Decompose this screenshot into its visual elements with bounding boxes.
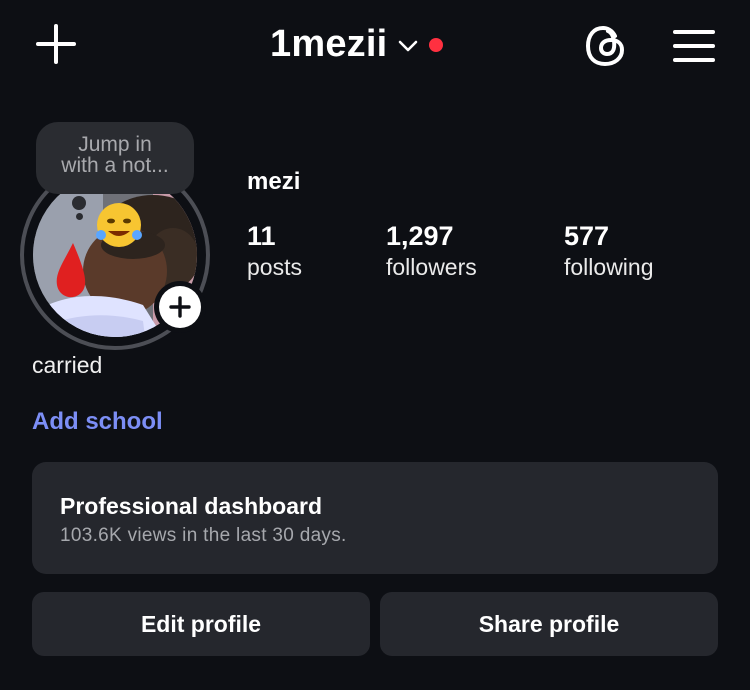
- plus-icon: [36, 24, 76, 64]
- add-school-link[interactable]: Add school: [32, 408, 163, 436]
- display-name: mezi: [247, 168, 301, 195]
- dashboard-title: Professional dashboard: [60, 493, 323, 519]
- note-bubble-tail-small: [76, 213, 83, 220]
- note-bubble[interactable]: Jump in with a not...: [36, 122, 194, 194]
- stat-value: 11: [247, 221, 276, 251]
- note-bubble-tail: [72, 196, 86, 210]
- create-button[interactable]: [30, 20, 82, 68]
- bio-text: carried: [32, 352, 103, 378]
- note-prompt-line2: with a not...: [61, 154, 169, 177]
- stat-value: 577: [564, 221, 610, 251]
- username-title: 1mezii: [270, 22, 388, 65]
- stat-posts[interactable]: 11 posts: [247, 220, 302, 282]
- plus-icon: [169, 296, 191, 318]
- threads-button[interactable]: [580, 20, 632, 72]
- stat-label: posts: [247, 254, 302, 280]
- edit-profile-button[interactable]: Edit profile: [32, 592, 370, 656]
- hamburger-menu-icon: [673, 30, 715, 62]
- stat-value: 1,297: [386, 221, 454, 251]
- dashboard-subtitle: 103.6K views in the last 30 days.: [60, 525, 347, 546]
- stat-label: following: [564, 254, 654, 280]
- professional-dashboard-card[interactable]: Professional dashboard 103.6K views in t…: [32, 462, 718, 574]
- share-profile-button[interactable]: Share profile: [380, 592, 718, 656]
- stat-followers[interactable]: 1,297 followers: [386, 220, 477, 282]
- account-switcher[interactable]: 1mezii: [270, 18, 444, 70]
- notification-dot: [429, 38, 444, 52]
- chevron-down-icon: [399, 40, 418, 52]
- note-prompt-line1: Jump in: [78, 133, 152, 156]
- add-story-button[interactable]: [154, 281, 206, 333]
- stat-label: followers: [386, 254, 477, 280]
- menu-button[interactable]: [668, 22, 720, 70]
- threads-icon: [586, 26, 624, 66]
- stat-following[interactable]: 577 following: [564, 220, 654, 282]
